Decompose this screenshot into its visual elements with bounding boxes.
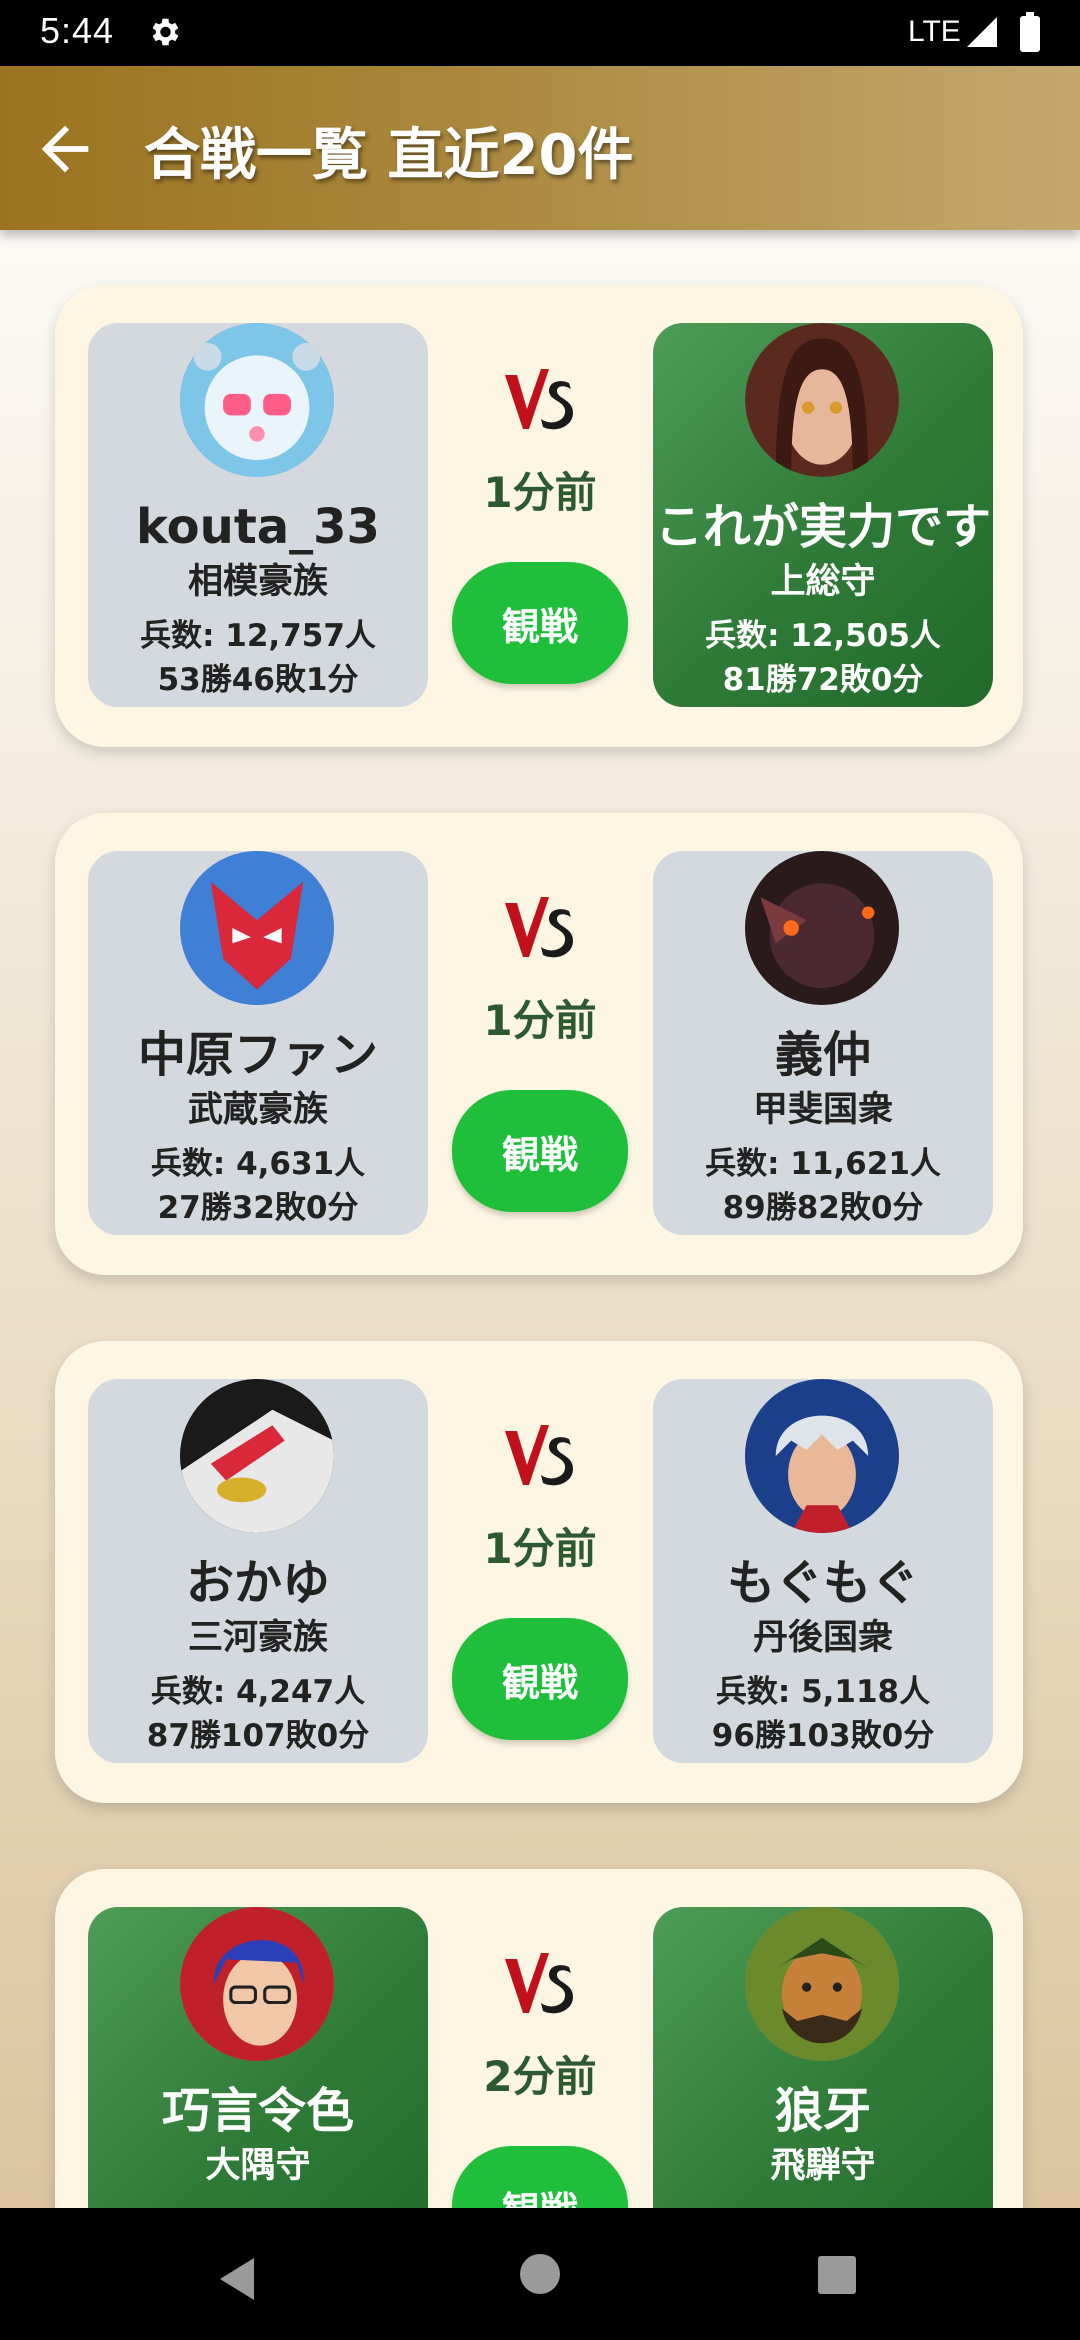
player-card-right[interactable]: これが実力です 上総守 兵数: 12,505人 81勝72敗0分: [653, 323, 993, 707]
player-record: 81勝72敗0分: [722, 662, 924, 698]
masked-rider-avatar-icon: [180, 1379, 334, 1533]
time-ago: 1分前: [483, 468, 597, 517]
player-troops: 兵数: 4,631人: [150, 1146, 366, 1182]
player-rank: 武蔵豪族: [187, 1090, 328, 1130]
status-bar: 5:44 LTE: [0, 0, 1080, 66]
player-troops: 兵数: 4,247人: [150, 1674, 366, 1710]
player-rank: 上総守: [770, 562, 876, 602]
player-name: 狼牙: [774, 2083, 871, 2139]
navigation-bar: [0, 2208, 1080, 2340]
battle-card: kouta_33 相模豪族 兵数: 12,757人 53勝46敗1分 1分前 観…: [55, 285, 1023, 747]
player-name: 義仲: [774, 1027, 871, 1083]
silver-hair-hero-avatar-icon: [745, 1379, 899, 1533]
player-rank: 大隅守: [205, 2146, 311, 2186]
nav-back-icon[interactable]: [214, 2254, 264, 2304]
player-troops: 兵数: 12,757人: [140, 618, 376, 654]
battle-card: 中原ファン 武蔵豪族 兵数: 4,631人 27勝32敗0分 1分前 観戦 義仲: [55, 813, 1023, 1275]
robot-avatar-icon: [180, 323, 334, 477]
player-card-right[interactable]: 狼牙 飛騨守: [653, 1907, 993, 2208]
player-troops: 兵数: 5,118人: [715, 1674, 931, 1710]
player-card-right[interactable]: 義仲 甲斐国衆 兵数: 11,621人 89勝82敗0分: [653, 851, 993, 1235]
avatar: [180, 323, 334, 477]
player-card-left[interactable]: kouta_33 相模豪族 兵数: 12,757人 53勝46敗1分: [88, 323, 428, 707]
player-rank: 三河豪族: [187, 1618, 328, 1658]
avatar: [180, 851, 334, 1005]
time-ago: 1分前: [483, 1524, 597, 1573]
player-rank: 飛騨守: [770, 2146, 876, 2186]
nav-recents-icon[interactable]: [818, 2256, 856, 2294]
avatar: [745, 323, 899, 477]
battle-card: おかゆ 三河豪族 兵数: 4,247人 87勝107敗0分 1分前 観戦 もぐも…: [55, 1341, 1023, 1803]
back-arrow-icon[interactable]: [30, 114, 100, 184]
vs-icon: [505, 1425, 573, 1486]
player-rank: 甲斐国衆: [752, 1090, 893, 1130]
time-ago: 2分前: [483, 2052, 597, 2101]
page-title: 合戦一覧 直近20件: [144, 123, 634, 188]
vs-icon: [505, 897, 573, 958]
avatar: [745, 1907, 899, 2061]
network-type: LTE: [908, 15, 961, 48]
player-card-left[interactable]: 巧言令色 大隅守: [88, 1907, 428, 2208]
watch-button[interactable]: 観戦: [452, 2146, 628, 2208]
nav-home-icon[interactable]: [520, 2254, 560, 2294]
player-troops: 兵数: 12,505人: [705, 618, 941, 654]
player-name: おかゆ: [185, 1555, 330, 1611]
dark-beast-avatar-icon: [745, 851, 899, 1005]
time-ago: 1分前: [483, 996, 597, 1045]
player-rank: 相模豪族: [187, 562, 328, 602]
player-name: 巧言令色: [161, 2083, 354, 2139]
settings-gear-icon: [152, 18, 179, 46]
battery-icon: [1020, 12, 1040, 52]
battle-card: 巧言令色 大隅守 2分前 観戦 狼牙 飛騨守: [55, 1869, 1023, 2208]
avatar: [180, 1907, 334, 2061]
player-troops: 兵数: 11,621人: [705, 1146, 941, 1182]
status-time: 5:44: [40, 10, 115, 51]
avatar: [745, 851, 899, 1005]
player-record: 96勝103敗0分: [711, 1718, 935, 1754]
player-card-right[interactable]: もぐもぐ 丹後国衆 兵数: 5,118人 96勝103敗0分: [653, 1379, 993, 1763]
vs-icon: [505, 369, 573, 430]
player-record: 89勝82敗0分: [722, 1190, 924, 1226]
player-name: kouta_33: [136, 499, 380, 555]
player-record: 53勝46敗1分: [157, 662, 359, 698]
fox-mask-avatar-icon: [180, 851, 334, 1005]
player-record: 87勝107敗0分: [146, 1718, 370, 1754]
vs-icon: [505, 1953, 573, 2014]
player-rank: 丹後国衆: [752, 1618, 893, 1658]
portrait-avatar-icon: [745, 323, 899, 477]
watch-button[interactable]: 観戦: [452, 1090, 628, 1212]
battle-list[interactable]: kouta_33 相模豪族 兵数: 12,757人 53勝46敗1分 1分前 観…: [0, 230, 1080, 2208]
watch-button[interactable]: 観戦: [452, 1618, 628, 1740]
avatar: [745, 1379, 899, 1533]
watch-button[interactable]: 観戦: [452, 562, 628, 684]
player-card-left[interactable]: おかゆ 三河豪族 兵数: 4,247人 87勝107敗0分: [88, 1379, 428, 1763]
avatar: [180, 1379, 334, 1533]
glasses-man-avatar-icon: [180, 1907, 334, 2061]
signal-icon: [967, 17, 997, 47]
bearded-warrior-avatar-icon: [745, 1907, 899, 2061]
player-name: もぐもぐ: [726, 1555, 919, 1611]
player-name: これが実力です: [654, 499, 991, 555]
player-name: 中原ファン: [137, 1027, 378, 1083]
player-card-left[interactable]: 中原ファン 武蔵豪族 兵数: 4,631人 27勝32敗0分: [88, 851, 428, 1235]
app-bar: 合戦一覧 直近20件: [0, 66, 1080, 230]
player-record: 27勝32敗0分: [157, 1190, 359, 1226]
